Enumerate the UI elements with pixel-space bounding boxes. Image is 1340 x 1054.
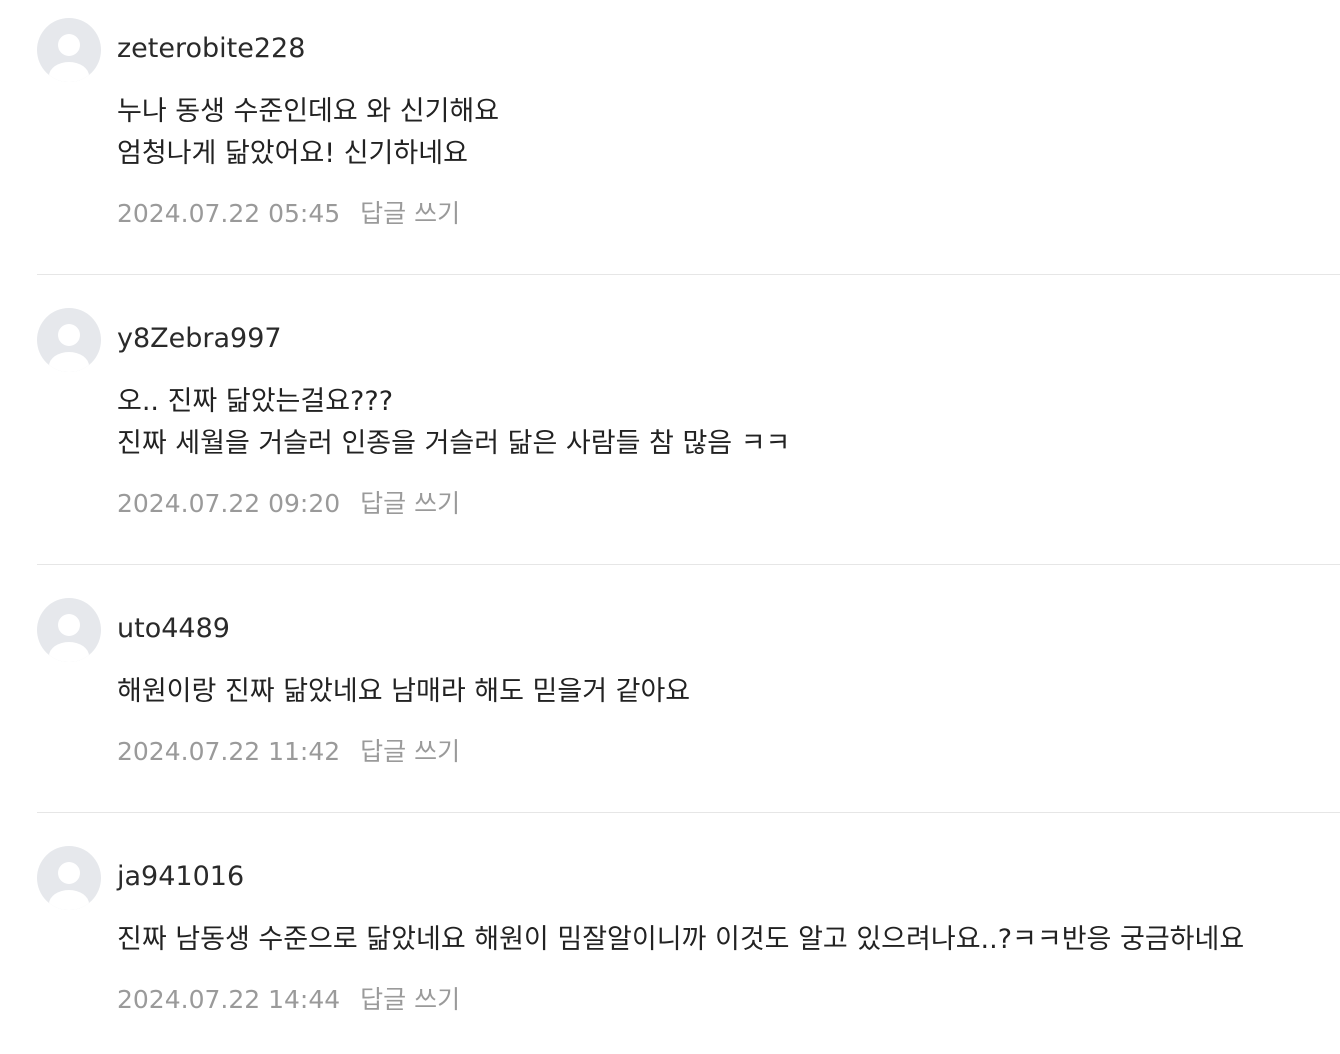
reply-button[interactable]: 답글 쓰기 [360, 199, 460, 228]
comment-text-line: 누나 동생 수준인데요 와 신기해요 [117, 96, 500, 127]
comment-text-line: 엄청나게 닮았어요! 신기하네요 [117, 138, 468, 169]
comment-username[interactable]: y8Zebra997 [117, 322, 282, 356]
avatar-icon[interactable] [37, 598, 101, 662]
comment-meta: 2024.07.22 14:44 답글 쓰기 [117, 984, 460, 1016]
comment-meta: 2024.07.22 11:42 답글 쓰기 [117, 736, 460, 768]
comment-text-line: 진짜 남동생 수준으로 닮았네요 해원이 밈잘알이니까 이것도 알고 있으려나요… [117, 924, 1245, 955]
avatar-icon[interactable] [37, 846, 101, 910]
comment-timestamp: 2024.07.22 11:42 [117, 737, 341, 766]
comment-text-line: 오.. 진짜 닮았는걸요??? [117, 386, 394, 417]
comment-text-line: 해원이랑 진짜 닮았네요 남매라 해도 믿을거 같아요 [117, 676, 691, 707]
comment-timestamp: 2024.07.22 14:44 [117, 985, 341, 1014]
reply-button[interactable]: 답글 쓰기 [360, 737, 460, 766]
comment-timestamp: 2024.07.22 05:45 [117, 199, 341, 228]
avatar-icon[interactable] [37, 308, 101, 372]
avatar-icon[interactable] [37, 18, 101, 82]
reply-button[interactable]: 답글 쓰기 [360, 489, 460, 518]
divider [37, 564, 1340, 565]
comment-meta: 2024.07.22 05:45 답글 쓰기 [117, 198, 460, 230]
divider [37, 812, 1340, 813]
comment-username[interactable]: zeterobite228 [117, 32, 305, 66]
comment-list: zeterobite228 누나 동생 수준인데요 와 신기해요 엄청나게 닮았… [0, 0, 1340, 1054]
comment-text-line: 진짜 세월을 거슬러 인종을 거슬러 닮은 사람들 참 많음 ㅋㅋ [117, 428, 791, 459]
comment-username[interactable]: uto4489 [117, 612, 230, 646]
comment-timestamp: 2024.07.22 09:20 [117, 489, 341, 518]
comment-username[interactable]: ja941016 [117, 860, 244, 894]
reply-button[interactable]: 답글 쓰기 [360, 985, 460, 1014]
comment-meta: 2024.07.22 09:20 답글 쓰기 [117, 488, 460, 520]
divider [37, 274, 1340, 275]
